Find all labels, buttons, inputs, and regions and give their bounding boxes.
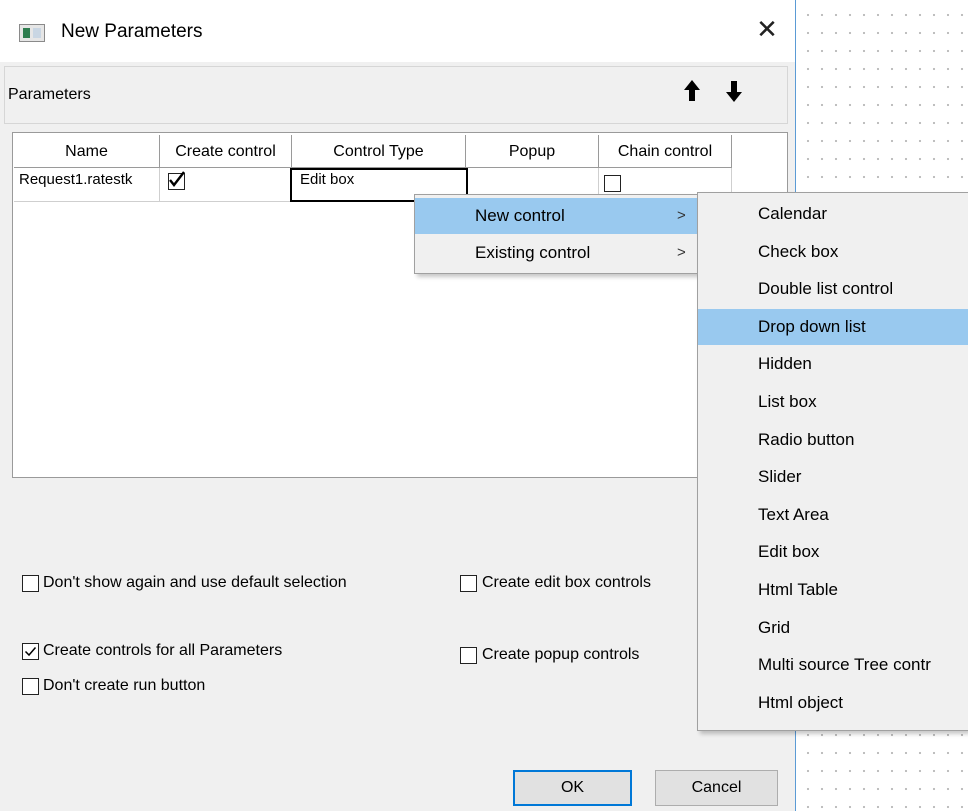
column-header-create-control[interactable]: Create control — [160, 135, 292, 168]
dont-show-again-checkbox[interactable] — [22, 575, 39, 592]
app-window-icon — [19, 24, 45, 42]
create-edit-box-label[interactable]: Create edit box controls — [482, 574, 651, 592]
submenu-item-label: Html object — [758, 692, 844, 712]
cancel-button[interactable]: Cancel — [655, 770, 778, 806]
column-header-control-type[interactable]: Control Type — [292, 135, 466, 168]
create-control-checkbox[interactable] — [168, 171, 185, 190]
parameters-panel — [4, 66, 788, 124]
submenu-item[interactable]: Calendar — [698, 196, 968, 232]
submenu-item[interactable]: Multi source Tree contr — [698, 647, 968, 683]
arrow-down-icon[interactable] — [724, 78, 744, 104]
submenu-item-label: Double list control — [758, 279, 894, 299]
window-title: New Parameters — [61, 21, 203, 42]
parameters-label: Parameters — [8, 86, 91, 103]
submenu-item[interactable]: Edit box — [698, 534, 968, 570]
cell-name[interactable]: Request1.ratestk — [14, 168, 160, 202]
submenu-item[interactable]: Html object — [698, 685, 968, 721]
menu-item-existing-control[interactable]: Existing control > — [415, 235, 701, 271]
submenu-item-label: Html Table — [758, 580, 838, 599]
submenu-item-label: Slider — [758, 467, 802, 487]
submenu-item-label: Check box — [758, 241, 839, 261]
checkmark-icon — [169, 171, 185, 187]
cell-create-control[interactable] — [160, 168, 292, 202]
create-all-label[interactable]: Create controls for all Parameters — [43, 642, 282, 660]
submenu-item[interactable]: List box — [698, 384, 968, 420]
submenu-item-label: Grid — [758, 617, 791, 637]
new-control-submenu: Calendar Check box Double list control Drop… — [697, 192, 968, 731]
submenu-item-label: Edit box — [758, 542, 820, 562]
submenu-item[interactable]: Hidden — [698, 346, 968, 382]
ok-button[interactable]: OK — [513, 770, 632, 806]
arrow-up-icon[interactable] — [682, 78, 702, 104]
submenu-item[interactable]: Html Table — [698, 572, 968, 608]
column-header-popup[interactable]: Popup — [466, 135, 599, 168]
checkmark-icon — [24, 647, 37, 657]
menu-item-label: New control — [475, 206, 565, 225]
chevron-right-icon: > — [677, 207, 686, 224]
no-run-button-label[interactable]: Don't create run button — [43, 677, 205, 695]
dont-show-again-label[interactable]: Don't show again and use default selecti… — [43, 574, 347, 592]
title-bar: New Parameters ✕ — [0, 0, 795, 62]
submenu-item[interactable]: Grid — [698, 610, 968, 646]
column-header-name[interactable]: Name — [14, 135, 160, 168]
create-all-checkbox[interactable] — [22, 643, 39, 660]
submenu-item[interactable]: Check box — [698, 234, 968, 270]
submenu-item[interactable]: Slider — [698, 459, 968, 495]
new-parameters-dialog: New Parameters ✕ Parameters Name Create … — [0, 0, 796, 811]
submenu-item[interactable]: Double list control — [698, 271, 968, 307]
submenu-item-label: Calendar — [758, 204, 827, 223]
submenu-item-label: Multi source Tree contr — [758, 655, 931, 675]
close-icon[interactable]: ✕ — [752, 14, 782, 44]
create-edit-box-checkbox[interactable] — [460, 575, 477, 592]
submenu-item[interactable]: Radio button — [698, 422, 968, 458]
menu-item-new-control[interactable]: New control > — [415, 198, 701, 234]
chain-control-checkbox[interactable] — [604, 175, 621, 192]
create-popup-label[interactable]: Create popup controls — [482, 646, 639, 664]
create-popup-checkbox[interactable] — [460, 647, 477, 664]
menu-item-label: Existing control — [475, 243, 591, 262]
submenu-item-label: Text Area — [758, 504, 829, 524]
no-run-button-checkbox[interactable] — [22, 678, 39, 695]
submenu-item-label: Hidden — [758, 354, 812, 374]
submenu-item-label: Radio button — [758, 429, 855, 449]
chevron-right-icon: > — [677, 244, 686, 261]
column-header-chain-control[interactable]: Chain control — [599, 135, 732, 168]
submenu-item-label: List box — [758, 392, 817, 411]
control-type-context-menu: New control > Existing control > — [414, 194, 702, 274]
submenu-item[interactable]: Text Area — [698, 497, 968, 533]
submenu-item-label: Drop down list — [758, 316, 866, 336]
submenu-item[interactable]: Drop down list — [698, 308, 968, 345]
